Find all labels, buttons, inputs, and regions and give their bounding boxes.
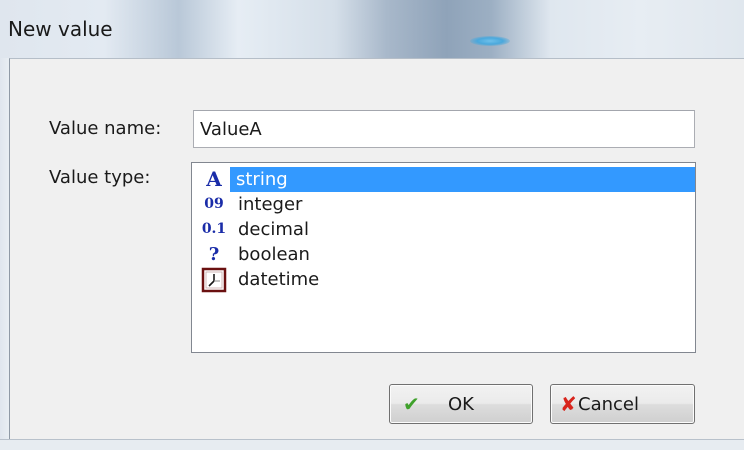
window-frame-left bbox=[0, 58, 9, 449]
list-item-integer[interactable]: 09 integer bbox=[196, 192, 691, 217]
string-type-icon: A bbox=[206, 167, 222, 191]
cancel-x-icon: ✘ bbox=[560, 392, 577, 416]
list-item-string[interactable]: A string bbox=[196, 167, 695, 192]
list-item-label: datetime bbox=[238, 269, 320, 290]
cancel-button-label: Cancel bbox=[578, 394, 639, 415]
decimal-type-icon: 0.1 bbox=[201, 221, 227, 237]
window-title: New value bbox=[8, 17, 113, 41]
datetime-type-icon bbox=[200, 267, 228, 293]
ok-button[interactable]: ✔ OK bbox=[389, 384, 533, 424]
list-item-datetime[interactable]: datetime bbox=[196, 267, 691, 293]
list-item-decimal[interactable]: 0.1 decimal bbox=[196, 217, 691, 242]
checkmark-icon: ✔ bbox=[403, 392, 420, 416]
value-type-label: Value type: bbox=[49, 167, 151, 188]
list-item-label: decimal bbox=[238, 219, 309, 240]
cancel-button[interactable]: ✘ Cancel bbox=[550, 384, 695, 424]
list-item-label: boolean bbox=[238, 244, 310, 265]
title-bar[interactable]: New value bbox=[0, 0, 744, 58]
value-type-listbox[interactable]: A string 09 integer 0.1 decimal ? boolea… bbox=[191, 162, 696, 353]
window-frame-bottom bbox=[0, 439, 744, 450]
value-name-input[interactable] bbox=[193, 110, 695, 148]
boolean-type-icon: ? bbox=[208, 244, 220, 265]
list-item-boolean[interactable]: ? boolean bbox=[196, 242, 691, 267]
value-name-label: Value name: bbox=[49, 118, 162, 139]
list-item-label: integer bbox=[238, 194, 303, 215]
integer-type-icon: 09 bbox=[204, 196, 224, 212]
list-item-label: string bbox=[230, 167, 695, 192]
ok-button-label: OK bbox=[448, 394, 474, 415]
